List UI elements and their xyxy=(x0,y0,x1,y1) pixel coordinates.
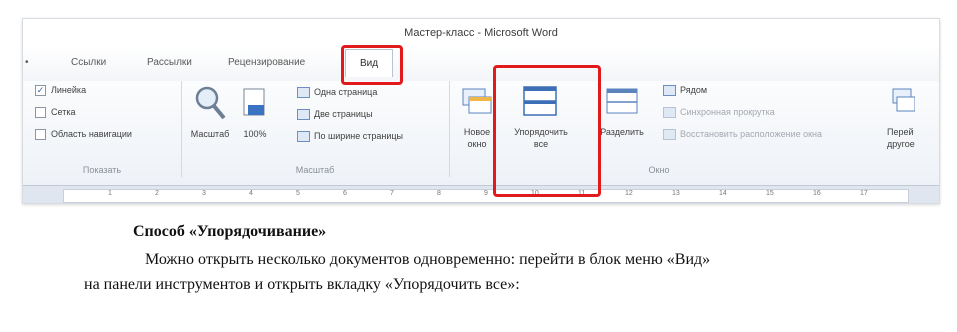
ruler-number: 5 xyxy=(296,190,300,197)
checkbox-icon xyxy=(35,129,46,141)
two-pages-button[interactable]: Две страницы xyxy=(297,109,373,121)
ribbon: ✓ Линейка Сетка Область навигации Показат… xyxy=(23,81,939,185)
ruler-checkbox[interactable]: ✓ Линейка xyxy=(35,85,86,97)
new-window-button[interactable]: Новое окно xyxy=(457,81,497,161)
two-pages-icon xyxy=(297,109,310,121)
document-heading: Способ «Упорядочивание» xyxy=(133,223,327,240)
page-width-button[interactable]: По ширине страницы xyxy=(297,131,403,143)
arrange-all-highlight xyxy=(493,65,601,197)
ruler-number: 17 xyxy=(860,190,868,197)
grid-checkbox[interactable]: Сетка xyxy=(35,107,75,119)
ruler-number: 2 xyxy=(155,190,159,197)
tab-mailings[interactable]: Рассылки xyxy=(147,57,192,68)
split-button[interactable]: Разделить xyxy=(599,81,645,161)
page-width-icon xyxy=(297,131,310,143)
page-100-icon xyxy=(243,88,265,116)
navigation-pane-checkbox[interactable]: Область навигации xyxy=(35,129,132,141)
zoom-group-label: Масштаб xyxy=(295,165,335,175)
zoom-button[interactable]: Масштаб xyxy=(189,81,231,151)
zoom-group: Масштаб 100% Одна страница Две страницы xyxy=(181,81,450,177)
ruler-number: 16 xyxy=(813,190,821,197)
switch-windows-icon xyxy=(892,88,915,112)
window-title: Мастер-класс - Microsoft Word xyxy=(404,27,558,39)
document-line-1: Можно открыть несколько документов однов… xyxy=(145,251,711,268)
ruler-number: 4 xyxy=(249,190,253,197)
switch-windows-button[interactable]: Перей другое xyxy=(881,81,921,161)
ruler-number: 15 xyxy=(766,190,774,197)
view-tab-highlight xyxy=(341,45,403,85)
page: Мастер-класс - Microsoft Word • Ссылки Р… xyxy=(0,0,957,332)
side-by-side-icon xyxy=(663,85,676,97)
show-group-label: Показать xyxy=(82,165,122,175)
new-window-icon xyxy=(462,88,492,114)
checkbox-checked-icon: ✓ xyxy=(35,85,46,97)
ruler-number: 8 xyxy=(437,190,441,197)
magnifier-icon xyxy=(195,86,226,120)
reset-position-button[interactable]: Восстановить расположение окна xyxy=(663,129,822,141)
side-by-side-button[interactable]: Рядом xyxy=(663,85,707,97)
show-group: ✓ Линейка Сетка Область навигации Показат… xyxy=(23,81,182,177)
document-line-2: на панели инструментов и открыть вкладку… xyxy=(84,276,520,293)
word-window-screenshot: Мастер-класс - Microsoft Word • Ссылки Р… xyxy=(22,18,940,204)
ruler-scale: 1 2 3 4 5 6 7 8 9 10 11 12 13 14 15 16 17 xyxy=(63,189,909,203)
one-page-button[interactable]: Одна страница xyxy=(297,87,377,99)
ruler-number: 6 xyxy=(343,190,347,197)
ruler-number: 7 xyxy=(390,190,394,197)
ruler-number: 1 xyxy=(108,190,112,197)
ruler-number: 9 xyxy=(484,190,488,197)
split-icon xyxy=(606,88,638,114)
checkbox-icon xyxy=(35,107,46,119)
ruler-number: 14 xyxy=(719,190,727,197)
zoom-100-button[interactable]: 100% xyxy=(237,81,273,151)
ribbon-tabs: • Ссылки Рассылки Рецензирование Вид xyxy=(23,47,939,82)
tab-review[interactable]: Рецензирование xyxy=(228,57,305,68)
tab-references[interactable]: Ссылки xyxy=(71,57,106,68)
sync-scroll-icon xyxy=(663,107,676,119)
ruler-number: 12 xyxy=(625,190,633,197)
reset-position-icon xyxy=(663,129,676,141)
tab-edge-fragment: • xyxy=(25,57,29,68)
horizontal-ruler[interactable]: 1 2 3 4 5 6 7 8 9 10 11 12 13 14 15 16 17 xyxy=(23,185,939,203)
sync-scroll-button[interactable]: Синхронная прокрутка xyxy=(663,107,775,119)
ruler-number: 3 xyxy=(202,190,206,197)
one-page-icon xyxy=(297,87,310,99)
ruler-number: 13 xyxy=(672,190,680,197)
